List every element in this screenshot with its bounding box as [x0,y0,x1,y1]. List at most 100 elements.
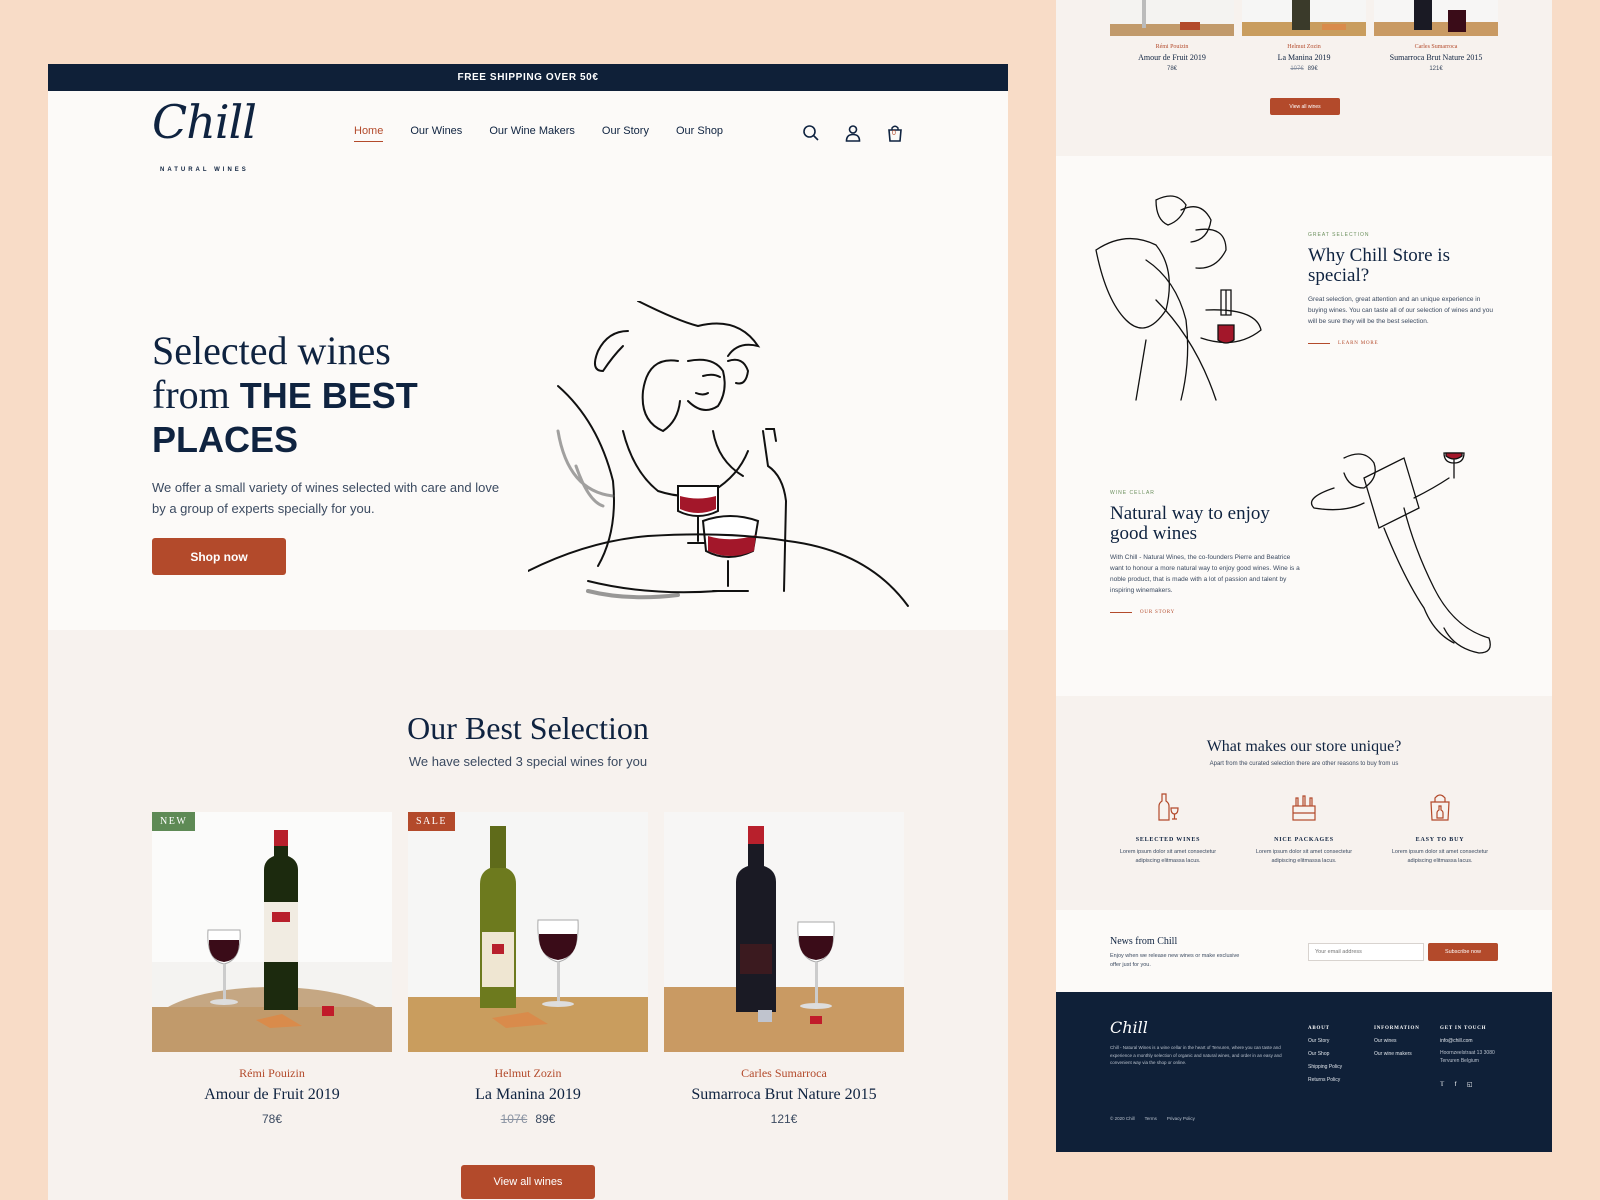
footer-email-link[interactable]: info@chill.com [1440,1038,1500,1044]
product-photo[interactable]: SALE [408,812,648,1052]
hero-section: Selected wines from THE BEST PLACES We o… [48,191,1008,693]
mini-product-name: Amour de Fruit 2019 [1138,53,1206,62]
footer-logo[interactable]: Chill [1110,1018,1148,1037]
view-all-wines-button[interactable]: View all wines [461,1165,595,1199]
hero-title-light: from [152,372,230,417]
user-icon[interactable] [844,124,862,142]
logo-script: Chill [152,95,257,149]
feature-title: SELECTED WINES [1135,837,1201,843]
footer-link-our-wines[interactable]: Our wines [1374,1038,1420,1044]
mini-product-card[interactable]: Helmut Zozin La Manina 2019 107€ 89€ [1242,0,1366,72]
logo-subtitle: NATURAL WINES [160,167,249,173]
product-card[interactable]: SALE Helmut Zozin La Manina 2019 107€ 89… [408,812,648,1126]
feature-nice-packages: NICE PACKAGES Lorem ipsum dolor sit amet… [1244,792,1364,866]
product-card[interactable]: Carles Sumarroca Sumarroca Brut Nature 2… [664,812,904,1126]
footer-terms-link[interactable]: Terms [1145,1116,1157,1121]
nav-item-our-story[interactable]: Our Story [602,125,649,142]
cart-icon[interactable]: 0 [886,124,904,142]
badge-new: NEW [152,812,196,831]
product-maker: Helmut Zozin [494,1066,562,1080]
unique-subtitle: Apart from the curated selection there a… [1209,761,1399,767]
badge-sale: SALE [408,812,455,831]
why-eyebrow: GREAT SELECTION [1308,232,1370,238]
shipping-banner: FREE SHIPPING OVER 50€ [48,64,1008,91]
mini-product-maker: Helmut Zozin [1287,44,1321,50]
footer-privacy-link[interactable]: Privacy Policy [1167,1116,1195,1121]
nav-item-our-wine-makers[interactable]: Our Wine Makers [489,125,575,142]
price-current: 78€ [261,1112,283,1126]
feature-title: EASY TO BUY [1415,837,1465,843]
product-card[interactable]: NEW Rémi Pouizin Amour de Fruit 2019 78€ [152,812,392,1126]
natural-text: With Chill - Natural Wines, the co-found… [1110,554,1300,594]
footer-heading: INFORMATION [1374,1026,1420,1031]
footer-link-returns[interactable]: Returns Policy [1308,1077,1342,1083]
footer-link-shipping[interactable]: Shipping Policy [1308,1064,1342,1070]
footer: Chill Chill - Natural Wines is a wine ce… [1056,992,1552,1152]
wine-bottle-photo [152,812,392,1052]
feature-title: NICE PACKAGES [1274,837,1334,843]
shipping-banner-text: FREE SHIPPING OVER 50€ [457,72,599,83]
unique-title: What makes our store unique? [1206,738,1402,755]
learn-more-link[interactable]: LEARN MORE [1308,341,1498,346]
price-current: 89€ [535,1112,556,1126]
mini-price-current: 121€ [1429,66,1443,72]
natural-title: Natural way to enjoy good wines [1110,503,1270,544]
search-icon[interactable] [802,124,820,142]
instagram-icon[interactable]: ◱ [1467,1081,1473,1088]
mini-product-name: La Manina 2019 [1277,53,1331,62]
footer-col-contact: GET IN TOUCH info@chill.com Hoornzeelstr… [1440,1026,1500,1091]
product-name[interactable]: Amour de Fruit 2019 [152,1086,392,1104]
mini-product-price: 107€ 89€ [1242,66,1366,72]
footer-heading: ABOUT [1308,1026,1330,1031]
mini-product-photo [1374,0,1498,36]
product-price: 78€ [152,1112,392,1126]
shop-now-button[interactable]: Shop now [152,538,286,575]
feature-text: Lorem ipsum dolor sit amet consectetur a… [1119,849,1217,864]
hero-title-bold-2: PLACES [152,419,299,460]
nav-item-home[interactable]: Home [354,125,384,142]
product-name[interactable]: Sumarroca Brut Nature 2015 [664,1086,904,1104]
store-unique-section: What makes our store unique? Apart from … [1056,696,1552,910]
main-menu: Home Our Wines Our Wine Makers Our Story… [354,125,723,142]
selection-subtitle: We have selected 3 special wines for you [408,754,648,769]
product-maker: Rémi Pouizin [239,1066,305,1080]
footer-link-wine-makers[interactable]: Our wine makers [1374,1051,1420,1057]
wine-bottle-icon [1158,793,1179,821]
mini-products-section: Rémi Pouizin Amour de Fruit 2019 78€ Hel… [1056,0,1552,156]
mini-view-all-button[interactable]: View all wines [1270,98,1340,115]
best-selection-section: Our Best Selection We have selected 3 sp… [48,630,1008,1200]
mini-product-photo [1110,0,1234,36]
nav-icons: 0 [802,124,904,142]
mini-product-card[interactable]: Carles Sumarroca Sumarroca Brut Nature 2… [1374,0,1498,72]
our-story-link[interactable]: OUR STORY [1110,610,1300,615]
subscribe-button[interactable]: Subscribe now [1428,943,1498,961]
feature-text: Lorem ipsum dolor sit amet consectetur a… [1255,849,1353,864]
wine-bottle-photo [408,812,648,1052]
product-photo[interactable] [664,812,904,1052]
footer-social: 𝕋 f ◱ [1440,1073,1500,1091]
product-name[interactable]: La Manina 2019 [408,1086,648,1104]
footer-heading: GET IN TOUCH [1440,1026,1487,1031]
email-field[interactable] [1308,943,1424,961]
mini-price-old: 107€ [1290,66,1304,72]
logo[interactable]: Chill NATURAL WINES [152,95,257,173]
footer-link-our-story[interactable]: Our Story [1308,1038,1342,1044]
mini-price-current: 89€ [1307,66,1318,72]
newsletter-title: News from Chill [1110,936,1178,947]
mini-product-maker: Rémi Pouizin [1155,44,1189,50]
why-text: Great selection, great attention and an … [1308,296,1494,325]
product-photo[interactable]: NEW [152,812,392,1052]
twitter-icon[interactable]: 𝕋 [1440,1081,1444,1088]
facebook-icon[interactable]: f [1455,1082,1457,1088]
footer-address: Hoornzeelstraat 13 3080 Tervuren Belgium [1440,1050,1495,1064]
footer-link-our-shop[interactable]: Our Shop [1308,1051,1342,1057]
newsletter-section: News from Chill Enjoy when we release ne… [1056,910,1552,992]
nav-item-our-shop[interactable]: Our Shop [676,125,723,142]
hero-title-bold-1: THE BEST [239,375,418,416]
nav-item-our-wines[interactable]: Our Wines [410,125,462,142]
feature-selected-wines: SELECTED WINES Lorem ipsum dolor sit ame… [1108,792,1228,866]
mini-product-card[interactable]: Rémi Pouizin Amour de Fruit 2019 78€ [1110,0,1234,72]
why-title: Why Chill Store is special? [1308,245,1450,286]
feature-text: Lorem ipsum dolor sit amet consectetur a… [1391,849,1489,864]
mini-product-price: 121€ [1374,66,1498,72]
